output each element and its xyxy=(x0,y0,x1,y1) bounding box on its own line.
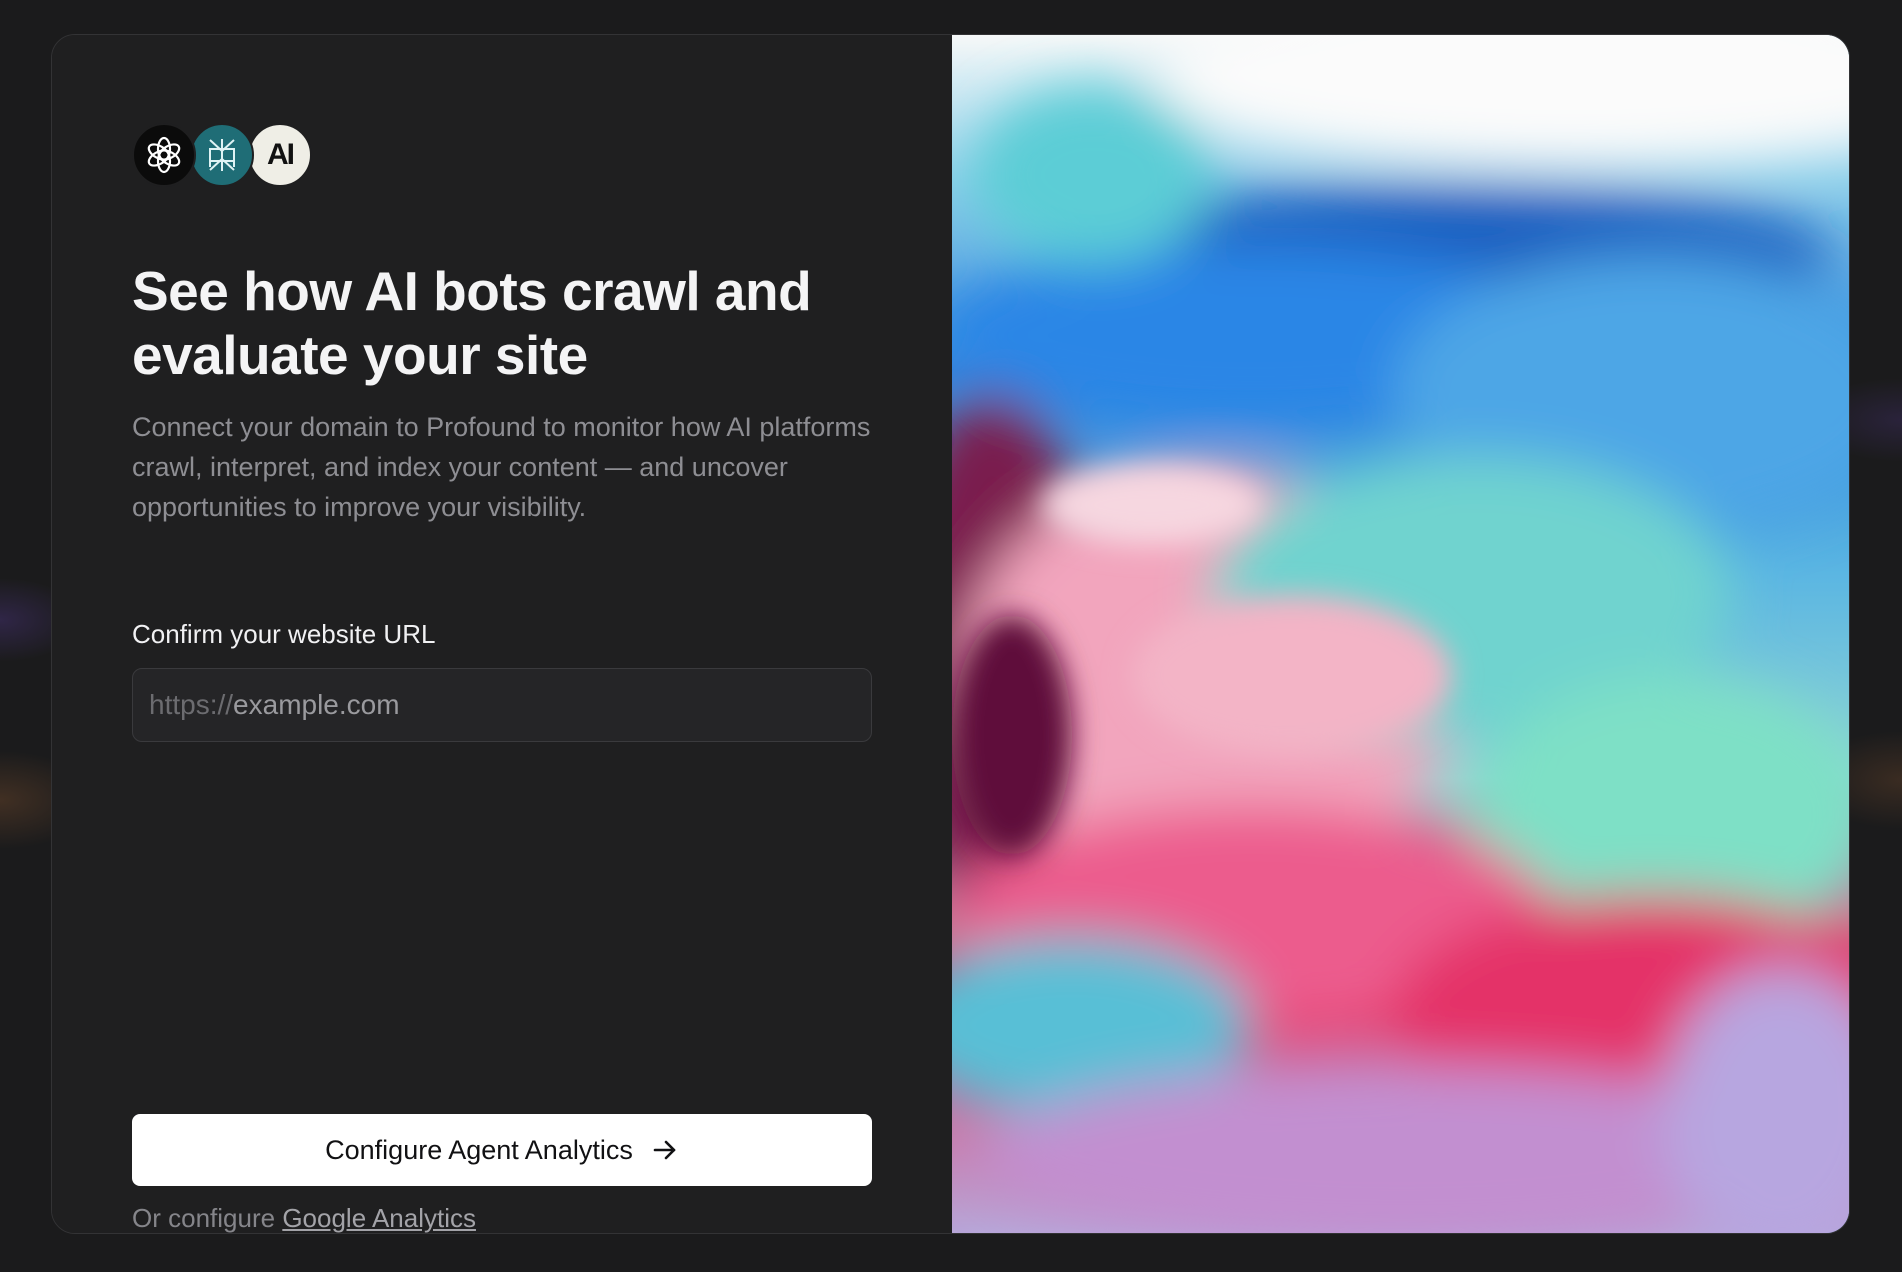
abstract-painting-image xyxy=(952,35,1849,1233)
anthropic-logo-text: AI xyxy=(267,138,295,171)
ai-platform-logos: AI xyxy=(132,123,332,187)
page-title: See how AI bots crawl and evaluate your … xyxy=(132,260,812,386)
url-protocol-prefix: https:// xyxy=(149,689,234,720)
openai-logo-icon xyxy=(132,123,196,187)
modal-content-panel: AI See how AI bots crawl and evaluate yo… xyxy=(52,35,952,1233)
arrow-right-icon xyxy=(653,1140,676,1160)
perplexity-logo-icon xyxy=(190,123,254,187)
page-description: Connect your domain to Profound to monit… xyxy=(132,412,871,522)
anthropic-logo-icon: AI xyxy=(248,123,312,187)
google-analytics-link[interactable]: Google Analytics xyxy=(282,1203,476,1233)
onboarding-modal: AI See how AI bots crawl and evaluate yo… xyxy=(51,34,1850,1234)
url-field-label: Confirm your website URL xyxy=(132,619,436,649)
alternative-prefix: Or configure xyxy=(132,1203,276,1233)
url-placeholder: example.com xyxy=(233,689,400,720)
configure-agent-analytics-button[interactable]: Configure Agent Analytics xyxy=(132,1114,872,1186)
configure-button-label: Configure Agent Analytics xyxy=(325,1134,633,1165)
website-url-input[interactable]: https:// example.com xyxy=(132,668,872,742)
alternative-config-line: Or configure Google Analytics xyxy=(132,1203,476,1233)
painting-artwork xyxy=(952,35,1849,1233)
